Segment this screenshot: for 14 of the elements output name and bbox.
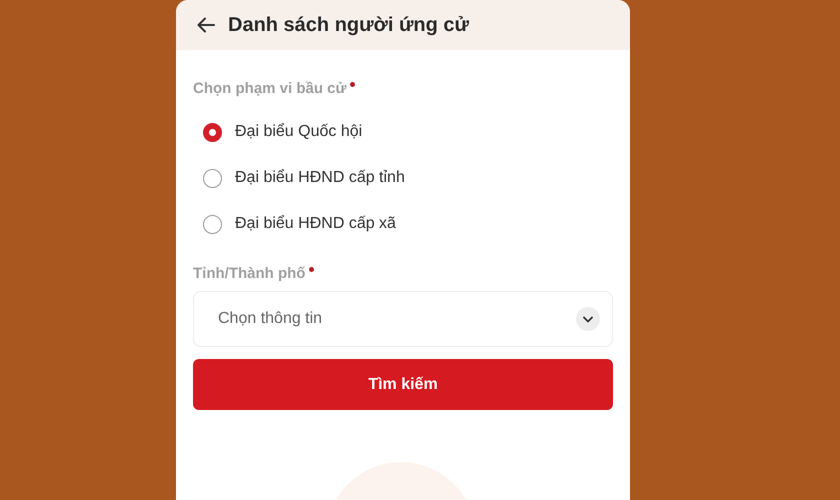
radio-button[interactable] (203, 214, 222, 234)
radio-button[interactable] (203, 122, 222, 142)
province-dropdown[interactable]: Chọn thông tin (193, 291, 613, 347)
search-button[interactable]: Tìm kiếm (193, 359, 613, 410)
radio-option[interactable]: Đại biểu HĐND cấp xã (203, 201, 613, 247)
chevron-down-icon (576, 307, 600, 331)
radio-option[interactable]: Đại biểu Quốc hội (203, 109, 613, 155)
screen-title: Danh sách người ứng cử (228, 14, 470, 36)
dropdown-placeholder: Chọn thông tin (218, 310, 322, 328)
radio-button[interactable] (203, 168, 222, 188)
back-arrow-icon[interactable] (196, 15, 216, 35)
radio-option[interactable]: Đại biểu HĐND cấp tỉnh (203, 155, 613, 201)
field-label: Tỉnh/Thành phố (193, 265, 306, 282)
field-label: Chọn phạm vi bầu cử (193, 80, 346, 97)
